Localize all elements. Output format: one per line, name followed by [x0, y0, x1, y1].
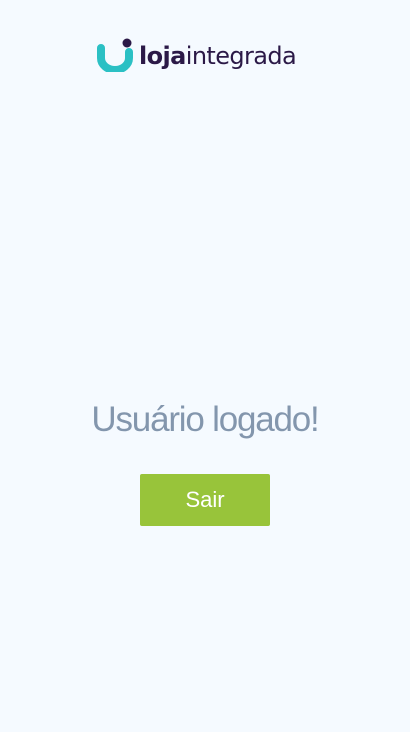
- brand-wordmark: lojaintegrada: [139, 41, 297, 70]
- page-title: Usuário logado!: [91, 400, 319, 439]
- brand-name-bold: loja: [139, 41, 186, 70]
- brand-name-light: integrada: [185, 41, 297, 70]
- brand-logo: lojaintegrada: [97, 38, 297, 72]
- page: lojaintegrada Usuário logado! Sair: [0, 0, 410, 732]
- logout-button[interactable]: Sair: [140, 474, 270, 526]
- loja-integrada-logo-icon: [97, 38, 133, 72]
